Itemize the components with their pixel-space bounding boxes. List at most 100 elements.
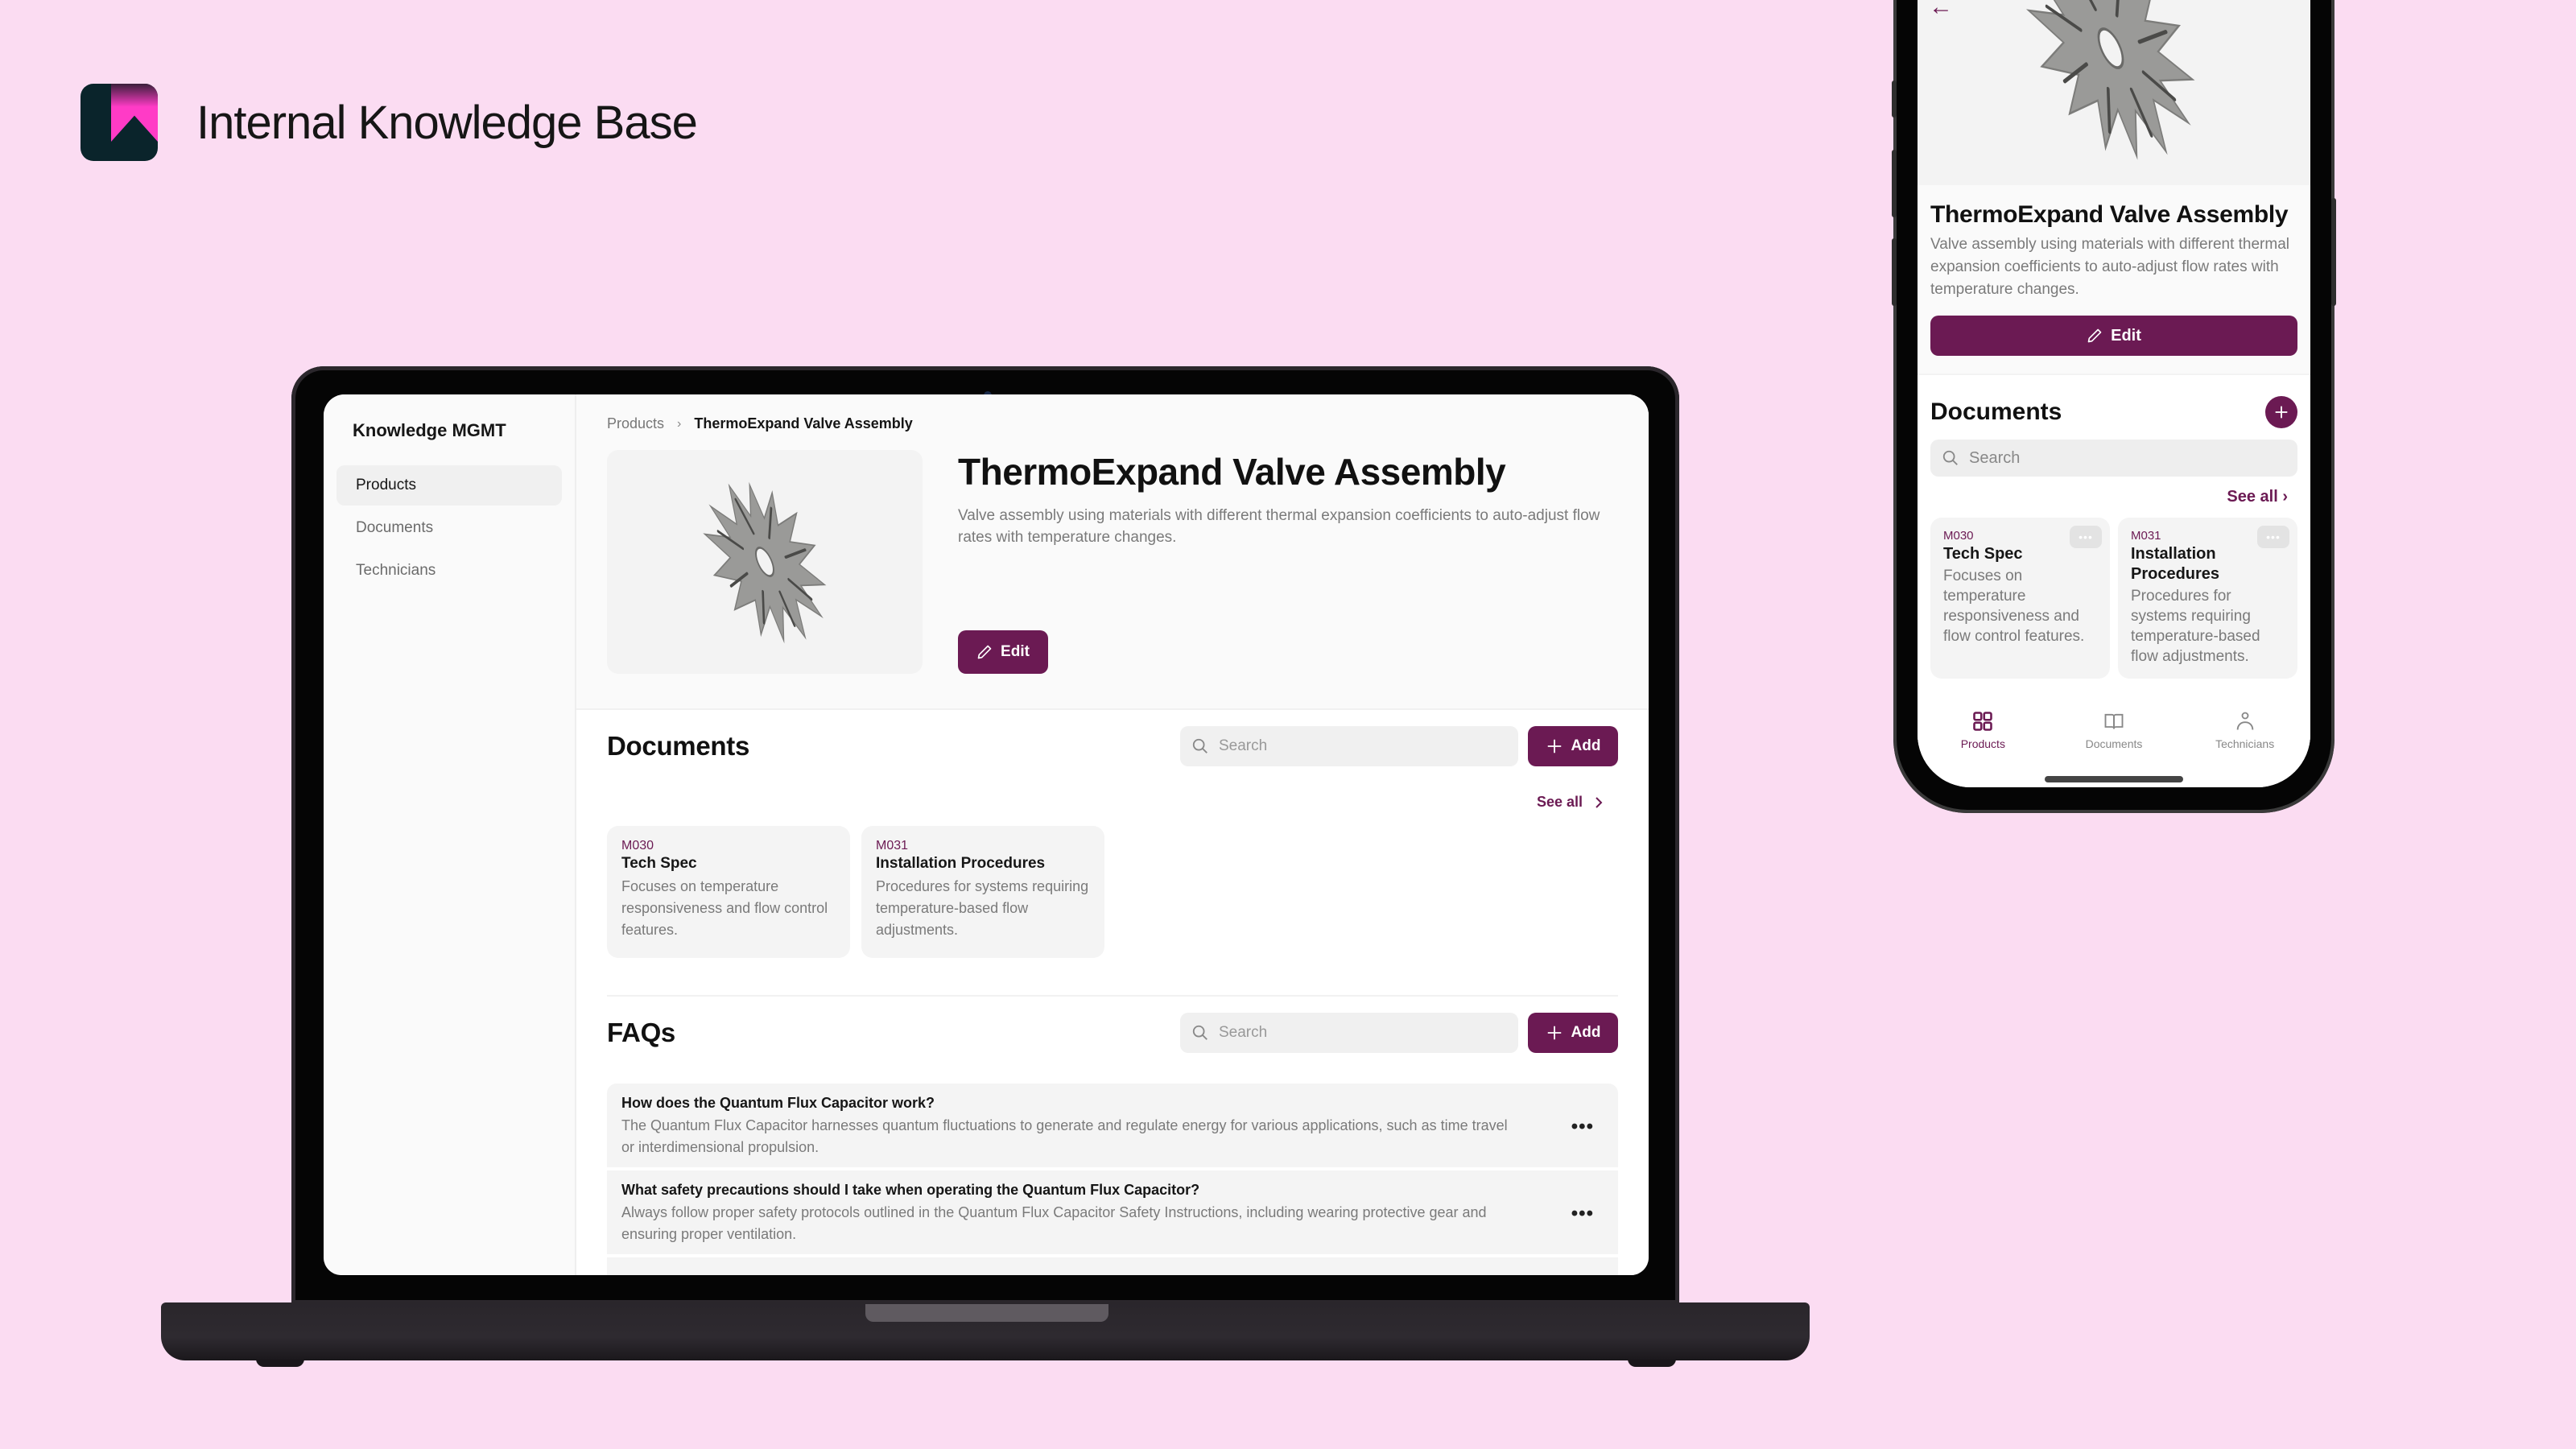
documents-title: Documents <box>607 731 749 761</box>
document-code: M030 <box>621 839 654 852</box>
phone-side-button <box>1892 80 1897 118</box>
product-description: Valve assembly using materials with diff… <box>958 507 1600 546</box>
more-options-icon[interactable]: ••• <box>2070 526 2102 548</box>
tab-label: Documents <box>2085 737 2143 750</box>
mobile-search-placeholder: Search <box>1969 448 2021 467</box>
phone-side-button <box>2331 198 2336 306</box>
add-label: Add <box>1571 1024 1601 1041</box>
faqs-title: FAQs <box>607 1018 675 1047</box>
more-options-icon[interactable]: ••• <box>1571 1203 1594 1225</box>
mobile-see-all-link[interactable]: See all › <box>1930 488 2297 506</box>
gear-valve-image-icon <box>2006 0 2215 185</box>
mobile-document-card[interactable]: ••• M030 Tech Spec Focuses on temperatur… <box>1930 518 2110 679</box>
chevron-right-icon <box>1596 796 1603 808</box>
documents-section: Documents Search Add See all M030 Tech S… <box>576 710 1649 995</box>
plus-icon <box>1547 1026 1561 1040</box>
more-options-icon[interactable]: ••• <box>1571 1116 1594 1138</box>
tab-products[interactable]: Products <box>1926 710 2039 787</box>
book-icon <box>2104 713 2124 729</box>
document-description: Procedures for systems requiring tempera… <box>876 878 1089 938</box>
faq-list: How does the Quantum Flux Capacitor work… <box>607 1084 1618 1275</box>
documents-search-input[interactable]: Search <box>1180 726 1518 766</box>
faq-answer: The Quantum Flux Capacitor harnesses qua… <box>621 1117 1508 1155</box>
document-code: M031 <box>876 839 909 852</box>
search-icon <box>1192 1025 1208 1040</box>
add-document-button[interactable]: Add <box>1528 726 1618 766</box>
laptop-notch <box>865 1304 1108 1322</box>
faq-question: How does the Quantum Flux Capacitor work… <box>621 1095 935 1111</box>
gear-valve-image-icon <box>703 481 827 644</box>
mobile-product-description: Valve assembly using materials with diff… <box>1930 236 2289 298</box>
plus-icon <box>2275 406 2288 419</box>
sidebar-item-products[interactable]: Products <box>336 465 562 506</box>
mobile-documents-search-input[interactable]: Search <box>1930 440 2297 477</box>
sidebar-title: Knowledge MGMT <box>353 420 506 440</box>
mobile-product-title: ThermoExpand Valve Assembly <box>1930 201 2289 228</box>
add-label: Add <box>1571 737 1601 754</box>
search-icon <box>1942 450 1958 465</box>
person-icon <box>2236 712 2253 730</box>
brand-title: Internal Knowledge Base <box>196 96 698 149</box>
add-faq-button[interactable]: Add <box>1528 1013 1618 1053</box>
faq-answer: Always follow proper safety protocols ou… <box>621 1204 1487 1242</box>
mobile-document-cards: ••• M030 Tech Spec Focuses on temperatur… <box>1930 518 2297 679</box>
edit-label: Edit <box>1001 643 1030 660</box>
pencil-icon <box>977 645 992 659</box>
documents-see-all-link[interactable]: See all <box>1537 794 1604 811</box>
home-indicator <box>2045 776 2183 782</box>
sidebar-nav: Products Documents Technicians <box>336 465 562 591</box>
product-hero: Products › ThermoExpand Valve Assembly T… <box>576 394 1649 710</box>
brand-logo-icon <box>80 84 158 161</box>
tab-label: Technicians <box>2215 737 2275 750</box>
sidebar-item-technicians[interactable]: Technicians <box>336 551 562 591</box>
faq-item[interactable]: How does the Quantum Flux Capacitor work… <box>607 1084 1618 1167</box>
more-options-icon[interactable]: ••• <box>2257 526 2289 548</box>
tab-label: Products <box>1960 737 2005 750</box>
faqs-section: FAQs Search Add How does the Quantum Flu… <box>576 997 1649 1275</box>
faq-item[interactable] <box>607 1257 1618 1275</box>
phone-side-button <box>1892 238 1897 306</box>
tab-technicians[interactable]: Technicians <box>2189 710 2301 787</box>
phone-side-button <box>1892 150 1897 217</box>
breadcrumb: Products › ThermoExpand Valve Assembly <box>607 415 1618 432</box>
plus-icon <box>1547 739 1561 753</box>
back-arrow-icon[interactable]: ← <box>1929 0 1953 21</box>
document-cards: M030 Tech Spec Focuses on temperature re… <box>607 826 1618 958</box>
mobile-app: ← ThermoExpand Valve Assembly Valve asse… <box>1918 0 2310 787</box>
document-name: Tech Spec <box>621 855 697 872</box>
document-name: Installation Procedures <box>876 855 1046 872</box>
search-icon <box>1192 738 1208 753</box>
faqs-search-input[interactable]: Search <box>1180 1013 1518 1053</box>
desktop-app: Knowledge MGMT Products Documents Techni… <box>324 394 1649 1275</box>
document-description: Procedures for systems requiring tempera… <box>2131 588 2260 665</box>
laptop-foot <box>1628 1359 1676 1367</box>
document-card[interactable]: M031 Installation Procedures Procedures … <box>861 826 1104 958</box>
edit-product-button[interactable]: Edit <box>958 630 1048 674</box>
product-title: ThermoExpand Valve Assembly <box>958 451 1506 493</box>
pencil-icon <box>2087 328 2102 343</box>
faqs-search-placeholder: Search <box>1219 1024 1268 1041</box>
brand-header: Internal Knowledge Base <box>80 84 698 161</box>
faq-item[interactable]: What safety precautions should I take wh… <box>607 1170 1618 1254</box>
edit-label: Edit <box>2111 326 2141 345</box>
documents-search-placeholder: Search <box>1219 737 1268 754</box>
breadcrumb-products-link[interactable]: Products <box>607 415 664 432</box>
mobile-edit-button[interactable]: Edit <box>1930 316 2297 356</box>
mobile-document-card[interactable]: ••• M031 Installation Procedures Procedu… <box>2118 518 2297 679</box>
breadcrumb-current: ThermoExpand Valve Assembly <box>694 415 913 431</box>
sidebar: Knowledge MGMT Products Documents Techni… <box>324 394 576 1275</box>
faq-question: What safety precautions should I take wh… <box>621 1182 1200 1198</box>
main-content: Products › ThermoExpand Valve Assembly T… <box>576 394 1649 1275</box>
mobile-add-document-button[interactable] <box>2265 396 2297 428</box>
mobile-documents-title: Documents <box>1930 398 2062 425</box>
see-all-label: See all <box>1536 794 1583 810</box>
grid-icon <box>1973 712 1993 731</box>
sidebar-item-documents[interactable]: Documents <box>336 508 562 548</box>
laptop-foot <box>256 1359 304 1367</box>
breadcrumb-chevron-icon: › <box>677 416 682 431</box>
mobile-tab-bar: Products Documents Technicians <box>1918 699 2310 787</box>
document-description: Focuses on temperature responsiveness an… <box>1943 568 2085 645</box>
document-name: Installation Procedures <box>2131 545 2220 583</box>
document-card[interactable]: M030 Tech Spec Focuses on temperature re… <box>607 826 850 958</box>
mobile-product-image: ← <box>1918 0 2310 185</box>
